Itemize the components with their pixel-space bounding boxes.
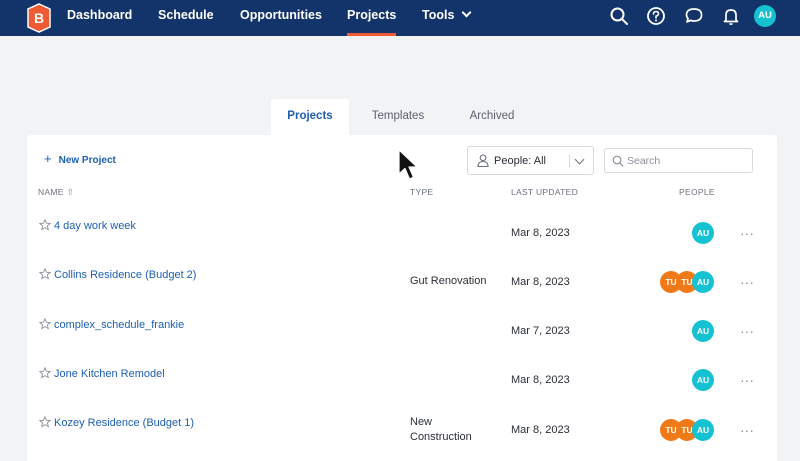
avatar: AU: [692, 320, 714, 342]
svg-text:B: B: [34, 10, 44, 26]
more-options-icon[interactable]: ···: [740, 423, 754, 439]
projects-card: [27, 135, 777, 461]
star-icon[interactable]: [39, 219, 51, 231]
project-type-line: New: [410, 416, 433, 428]
nav-dashboard[interactable]: Dashboard: [67, 0, 132, 36]
chevron-down-icon: [461, 7, 472, 18]
star-icon[interactable]: [39, 416, 51, 428]
project-link[interactable]: 4 day work week: [39, 219, 136, 233]
nav-tools-label: Tools: [422, 8, 455, 22]
dropdown-separator: [569, 155, 570, 167]
project-type: Gut Renovation: [410, 275, 487, 287]
project-name: Kozey Residence (Budget 1): [54, 417, 195, 429]
star-icon[interactable]: [39, 318, 51, 330]
project-link[interactable]: Jone Kitchen Remodel: [39, 367, 165, 381]
project-link[interactable]: complex_schedule_frankie: [39, 318, 184, 332]
plus-icon: +: [44, 151, 52, 166]
column-header-type: TYPE: [410, 187, 434, 197]
help-icon[interactable]: [646, 6, 666, 26]
more-options-icon[interactable]: ···: [740, 275, 754, 291]
last-updated-value: Mar 8, 2023: [511, 276, 570, 288]
more-options-icon[interactable]: ···: [740, 324, 754, 340]
project-name: 4 day work week: [54, 220, 136, 232]
person-icon: [477, 154, 489, 167]
tab-projects[interactable]: Projects: [271, 99, 349, 135]
avatar: AU: [692, 419, 714, 441]
more-options-icon[interactable]: ···: [740, 373, 754, 389]
column-header-people: PEOPLE: [679, 187, 715, 197]
mouse-cursor-icon: [398, 149, 418, 180]
user-avatar[interactable]: AU: [754, 5, 776, 27]
avatar: AU: [692, 271, 714, 293]
chat-icon[interactable]: [684, 6, 704, 26]
new-project-button[interactable]: + New Project: [44, 151, 116, 167]
sort-arrow-icon: ⇧: [66, 187, 75, 197]
app-logo[interactable]: B: [26, 3, 52, 33]
star-icon[interactable]: [39, 367, 51, 379]
nav-projects[interactable]: Projects: [347, 0, 397, 36]
column-header-name-label: NAME: [38, 187, 64, 197]
avatar: AU: [692, 222, 714, 244]
tab-archived[interactable]: Archived: [456, 99, 528, 135]
project-name: Collins Residence (Budget 2): [54, 269, 197, 281]
people-filter-dropdown[interactable]: People: All: [467, 146, 594, 175]
chevron-down-icon: [574, 154, 585, 165]
search-box[interactable]: [604, 148, 753, 173]
project-name: Jone Kitchen Remodel: [54, 368, 165, 380]
nav-schedule[interactable]: Schedule: [158, 0, 214, 36]
people-filter-label: People: All: [494, 155, 546, 167]
last-updated-value: Mar 7, 2023: [511, 325, 570, 337]
more-options-icon[interactable]: ···: [740, 226, 754, 242]
top-nav-bar: B Dashboard Schedule Opportunities Proje…: [0, 0, 800, 36]
last-updated-value: Mar 8, 2023: [511, 374, 570, 386]
search-icon: [612, 155, 624, 167]
project-type-line: Construction: [410, 431, 472, 443]
project-link[interactable]: Kozey Residence (Budget 1): [39, 416, 194, 430]
bell-icon[interactable]: [721, 6, 741, 26]
column-header-name[interactable]: NAME ⇧: [38, 186, 75, 198]
project-type: New Construction: [410, 415, 500, 445]
tab-templates[interactable]: Templates: [360, 99, 436, 135]
column-header-last-updated: LAST UPDATED: [511, 187, 579, 197]
avatar: AU: [692, 369, 714, 391]
star-icon[interactable]: [39, 268, 51, 280]
project-name: complex_schedule_frankie: [54, 319, 185, 331]
nav-tools[interactable]: Tools: [422, 0, 472, 36]
project-link[interactable]: Collins Residence (Budget 2): [39, 268, 196, 282]
last-updated-value: Mar 8, 2023: [511, 424, 570, 436]
new-project-label: New Project: [58, 155, 116, 166]
search-input[interactable]: [627, 153, 747, 169]
nav-opportunities[interactable]: Opportunities: [240, 0, 322, 36]
search-icon[interactable]: [609, 6, 629, 26]
last-updated-value: Mar 8, 2023: [511, 227, 570, 239]
